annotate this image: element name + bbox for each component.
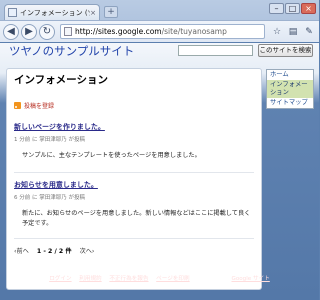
pagination: ‹前へ 1 - 2 / 2 件 次へ› [14, 246, 94, 255]
wrench-icon[interactable]: ✎ [302, 25, 316, 39]
url-path: /site/tuyanosamp [161, 27, 227, 36]
footer-report-link[interactable]: 不正行為を報告 [109, 276, 148, 282]
rss-icon [14, 102, 21, 109]
pager-prev[interactable]: ‹前へ [14, 246, 29, 255]
reload-icon[interactable]: ↻ [39, 23, 55, 40]
page-title: インフォメーション [14, 74, 108, 86]
window-controls: – □ × [269, 3, 316, 14]
page-favicon-icon [8, 8, 17, 17]
post-meta: 6 分前 に 掌田津耶乃 が投稿 [14, 195, 85, 201]
announcement-post: お知らせを用意しました。 6 分前 に 掌田津耶乃 が投稿 新たに、お知らせのペ… [14, 180, 254, 239]
main-panel: インフォメーション 投稿を登録 新しいページを作りました。 1 分前 に 掌田津… [6, 68, 262, 290]
tab-close-icon[interactable]: × [90, 9, 96, 17]
rss-label: 投稿を登録 [24, 103, 55, 110]
browser-toolbar: ◀ ▶ ↻ http://sites.google.com/site/tuyan… [0, 20, 319, 42]
page-icon [64, 27, 72, 36]
post-title-link[interactable]: お知らせを用意しました。 [14, 180, 254, 190]
footer-print-link[interactable]: ページを印刷 [156, 276, 189, 282]
page-content: ツヤノのサンプルサイト このサイトを検索 インフォメーション 投稿を登録 新しい… [0, 43, 319, 300]
footer-google-sites-link[interactable]: Google サイト [232, 276, 270, 282]
post-divider [14, 172, 254, 173]
footer-powered-by: Powered by [197, 276, 230, 282]
new-tab-button[interactable]: + [104, 6, 118, 18]
pager-next[interactable]: 次へ› [80, 246, 95, 255]
rss-subscribe-link[interactable]: 投稿を登録 [14, 101, 54, 110]
back-icon[interactable]: ◀ [3, 23, 19, 40]
site-title[interactable]: ツヤノのサンプルサイト [9, 43, 134, 59]
sidebar-navigation: ホーム インフォメーション サイトマップ [266, 69, 314, 109]
tab-title: インフォメーション (ツ... [20, 8, 90, 17]
sidebar-item-home[interactable]: ホーム [267, 70, 313, 80]
search-input[interactable] [178, 45, 253, 56]
url-host: http://sites.google.com [75, 27, 162, 36]
pager-range: 1 - 2 / 2 件 [36, 248, 72, 255]
browser-tab[interactable]: インフォメーション (ツ... × [4, 4, 100, 20]
footer-login-link[interactable]: ログイン [49, 276, 71, 282]
star-icon[interactable]: ☆ [270, 25, 284, 39]
minimize-button[interactable]: – [269, 3, 284, 14]
maximize-button[interactable]: □ [285, 3, 300, 14]
post-body: 新たに、お知らせのページを用意しました。新しい情報などはここに掲載して良く予定で… [22, 210, 251, 227]
close-window-button[interactable]: × [301, 3, 316, 14]
page-menu-icon[interactable]: ▤ [286, 25, 300, 39]
post-title-link[interactable]: 新しいページを作りました。 [14, 122, 254, 132]
footer-terms-link[interactable]: 利用規約 [79, 276, 101, 282]
post-body: サンプルに、主なテンプレートを使ったページを用意しました。 [22, 152, 201, 159]
address-bar[interactable]: http://sites.google.com/site/tuyanosamp [60, 24, 265, 39]
search-button[interactable]: このサイトを検索 [258, 44, 313, 57]
announcement-post: 新しいページを作りました。 1 分前 に 掌田津耶乃 が投稿 サンプルに、主なテ… [14, 122, 254, 173]
site-footer: ログイン | 利用規約 | 不正行為を報告 | ページを印刷 | Powered by … [49, 276, 270, 282]
forward-icon[interactable]: ▶ [21, 23, 37, 40]
browser-chrome: インフォメーション (ツ... × + – □ × ◀ ▶ ↻ http://s… [0, 0, 319, 42]
sidebar-item-information[interactable]: インフォメーション [267, 80, 313, 98]
post-divider [14, 238, 254, 239]
sidebar-item-sitemap[interactable]: サイトマップ [267, 98, 313, 108]
post-meta: 1 分前 に 掌田津耶乃 が投稿 [14, 137, 85, 143]
